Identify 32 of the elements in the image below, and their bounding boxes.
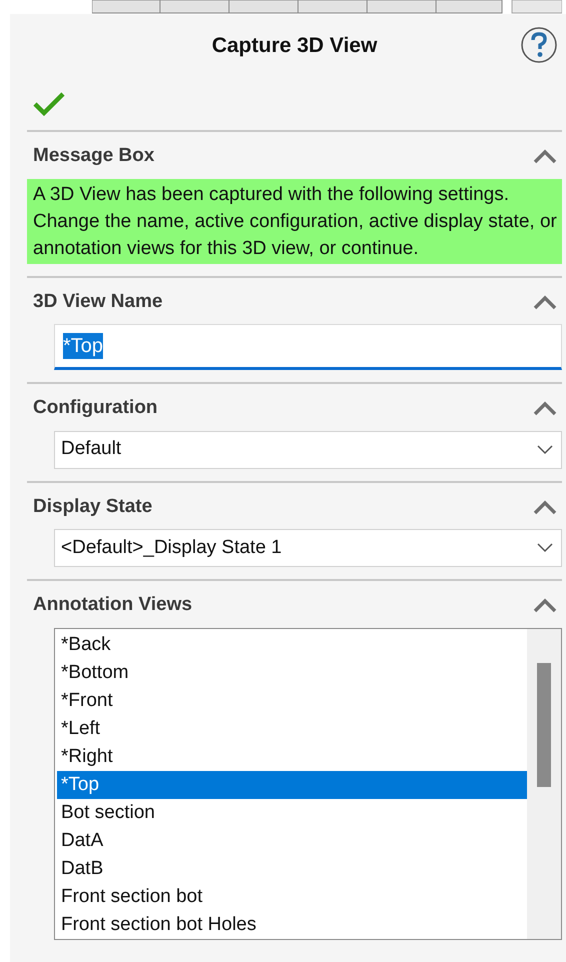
list-item[interactable]: *Bottom [57, 658, 527, 686]
collapse-icon[interactable] [532, 400, 558, 416]
list-item[interactable]: Front section bot Holes [57, 910, 527, 938]
list-item[interactable]: DatB [57, 854, 527, 882]
section-title: Message Box [33, 144, 154, 168]
collapse-icon[interactable] [532, 498, 558, 515]
list-item[interactable]: Bot section [57, 798, 527, 826]
ok-checkmark-icon[interactable] [32, 91, 66, 117]
dropdown[interactable]: <Default>_Display State 1 [54, 529, 562, 567]
chevron-down-icon [537, 444, 553, 454]
list-item[interactable]: *Top [57, 770, 527, 798]
list-item[interactable]: *Right [57, 742, 527, 770]
name-field[interactable]: *Top [54, 324, 562, 370]
dropdown[interactable]: Default [54, 430, 562, 468]
list-item[interactable]: *Left [57, 714, 527, 742]
collapse-icon[interactable] [532, 148, 558, 164]
scrollbar[interactable] [527, 628, 561, 938]
collapse-icon[interactable] [532, 294, 558, 310]
scrollbar-thumb[interactable] [537, 662, 551, 786]
panel-title: Capture 3D View [212, 33, 378, 60]
chevron-down-icon [537, 543, 553, 553]
list-item[interactable]: *Back [57, 630, 527, 658]
section-title: Annotation Views [33, 593, 192, 617]
section-title: 3D View Name [33, 290, 163, 314]
help-icon[interactable] [520, 26, 558, 64]
message-text: A 3D View has been captured with the following settings. Change the name, active configuration, active display state, or annotation views for this 3D view, or continue. [27, 178, 562, 264]
list-item[interactable]: DatA [57, 826, 527, 854]
list-item[interactable]: Front section bot [57, 882, 527, 910]
list-item[interactable]: *Front [57, 686, 527, 714]
section-title: Configuration [33, 396, 158, 420]
collapse-icon[interactable] [532, 597, 558, 614]
section-title: Display State [33, 494, 152, 518]
